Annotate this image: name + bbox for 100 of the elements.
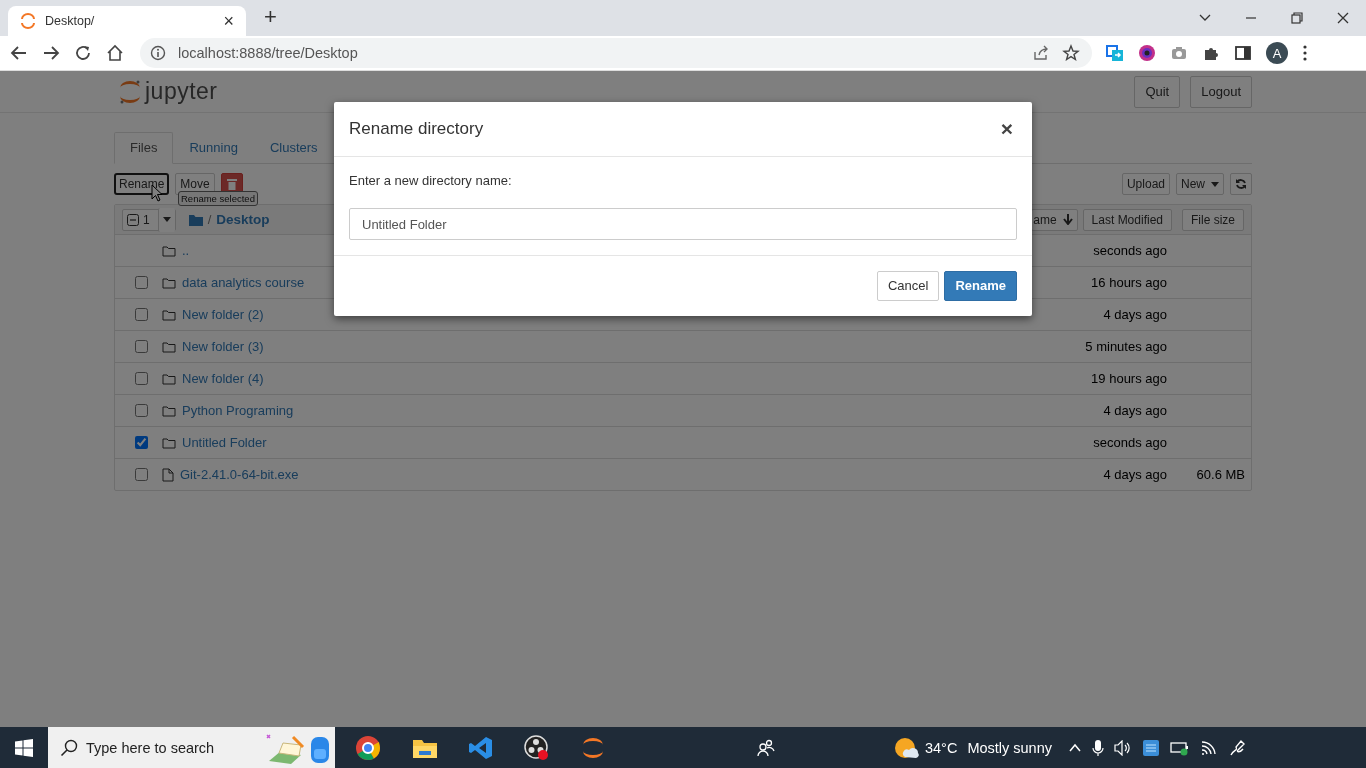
microphone-icon[interactable] (1092, 738, 1104, 757)
item-link[interactable]: New folder (4) (182, 371, 264, 386)
close-icon[interactable] (1336, 11, 1350, 25)
file-size: 60.6 MB (1195, 467, 1246, 482)
tab[interactable]: Running (173, 132, 254, 164)
modified-time: seconds ago (1092, 243, 1167, 258)
tooltip: Rename selected (178, 191, 258, 206)
wifi-icon[interactable] (1200, 739, 1218, 756)
jupyter-logo-icon (20, 13, 36, 29)
selection-dropdown[interactable] (157, 207, 175, 232)
caret-icon (1211, 181, 1219, 187)
url-text: localhost:8888/tree/Desktop (178, 45, 358, 61)
temperature-text: 34°C (924, 739, 958, 756)
lens-icon[interactable] (1138, 44, 1156, 62)
row-checkbox[interactable] (135, 403, 148, 417)
column-header[interactable]: Last Modified (1082, 208, 1172, 231)
network-app-icon[interactable] (1142, 738, 1160, 757)
refresh-button[interactable] (1230, 173, 1252, 195)
modified-time: 4 days ago (1102, 467, 1167, 482)
folder-icon (162, 308, 176, 321)
row-checkbox[interactable] (135, 435, 148, 449)
folder-icon (162, 436, 176, 449)
modified-time: 19 hours ago (1090, 371, 1167, 386)
camera-icon[interactable] (1170, 44, 1188, 62)
dialog-title: Rename directory (349, 119, 485, 139)
item-link[interactable]: .. (182, 243, 190, 258)
close-button[interactable]: × (996, 117, 1017, 141)
tab[interactable]: Clusters (253, 132, 334, 164)
logo-text: jupyter (145, 78, 218, 105)
restore-icon[interactable] (1290, 11, 1304, 25)
share-icon[interactable] (1032, 44, 1050, 62)
cancel-button[interactable]: Cancel (876, 271, 940, 301)
sort-button[interactable]: ame (1031, 208, 1078, 231)
row-checkbox[interactable] (135, 275, 148, 289)
browser-tab[interactable]: Desktop/ × (8, 6, 246, 36)
folder-icon (162, 340, 176, 353)
pen-icon[interactable] (1228, 738, 1246, 757)
reload-icon[interactable] (74, 44, 92, 62)
home-icon[interactable] (106, 44, 124, 62)
folder-icon (162, 276, 176, 289)
caret-icon (162, 217, 171, 222)
modified-time: 4 days ago (1102, 403, 1167, 418)
info-icon (150, 45, 166, 61)
side-panel-icon[interactable] (1234, 44, 1252, 62)
translate-icon[interactable] (1106, 44, 1124, 62)
folder-icon (162, 372, 176, 385)
rename-confirm-button[interactable]: Rename (944, 271, 1017, 301)
forward-icon[interactable] (42, 44, 60, 62)
new-button[interactable]: New (1176, 173, 1224, 195)
weather-text: Mostly sunny (967, 739, 1052, 756)
item-link[interactable]: Git-2.41.0-64-bit.exe (180, 467, 299, 482)
jupyter-icon[interactable] (581, 735, 605, 760)
modified-time: seconds ago (1092, 435, 1167, 450)
row-checkbox[interactable] (135, 339, 148, 353)
star-icon[interactable] (1062, 44, 1080, 62)
item-link[interactable]: data analytics course (182, 275, 305, 290)
row-checkbox[interactable] (135, 467, 148, 481)
row-checkbox[interactable] (135, 371, 148, 385)
search-icon (60, 738, 78, 757)
new-tab-button[interactable]: + (264, 3, 277, 30)
selected-count: 1 (143, 212, 151, 227)
name-input-field[interactable]: Untitled Folder (349, 208, 1017, 240)
modified-time: 5 minutes ago (1084, 339, 1167, 354)
breadcrumb-link[interactable]: Desktop (216, 212, 270, 227)
menu-icon[interactable] (1302, 44, 1308, 62)
back-icon[interactable] (10, 44, 28, 62)
trash-icon (226, 178, 237, 190)
tab[interactable]: Files (114, 132, 174, 164)
quit-button[interactable]: Quit (1134, 75, 1181, 108)
code-editor-icon[interactable] (469, 735, 493, 760)
close-tab-button[interactable]: × (223, 10, 234, 32)
address-bar[interactable]: localhost:8888/tree/Desktop (140, 38, 1092, 68)
arrow-down-icon (1062, 214, 1073, 225)
logout-button[interactable]: Logout (1190, 75, 1252, 108)
modified-time: 16 hours ago (1090, 275, 1167, 290)
sun-cloud-icon[interactable] (894, 736, 919, 759)
item-link[interactable]: Untitled Folder (182, 435, 267, 450)
refresh-icon (1235, 178, 1247, 190)
search-placeholder: Type here to search (86, 739, 215, 756)
folder-icon (162, 404, 176, 417)
column-header[interactable]: File size (1182, 208, 1244, 231)
dialog-prompt: Enter a new directory name: (349, 173, 513, 188)
tab-title: Desktop/ (45, 14, 96, 28)
breadcrumb-separator: / (207, 212, 212, 227)
people-icon[interactable] (756, 738, 775, 757)
row-checkbox[interactable] (135, 307, 148, 321)
upload-button[interactable]: Upload (1121, 173, 1170, 195)
windows-start-icon[interactable] (15, 738, 33, 757)
volume-icon[interactable] (1114, 739, 1132, 756)
item-link[interactable]: New folder (3) (182, 339, 264, 354)
recorder-icon[interactable] (524, 734, 550, 761)
battery-icon[interactable] (1170, 739, 1190, 756)
item-link[interactable]: New folder (2) (182, 307, 264, 322)
modified-time: 4 days ago (1102, 307, 1167, 322)
folder-icon (162, 244, 176, 257)
chrome-icon[interactable] (355, 734, 381, 761)
taskbar-search-field[interactable]: Type here to search (48, 727, 335, 768)
profile-avatar[interactable]: A (1266, 42, 1288, 64)
item-link[interactable]: Python Programing (182, 403, 294, 418)
rename-button[interactable]: Rename (114, 173, 170, 195)
